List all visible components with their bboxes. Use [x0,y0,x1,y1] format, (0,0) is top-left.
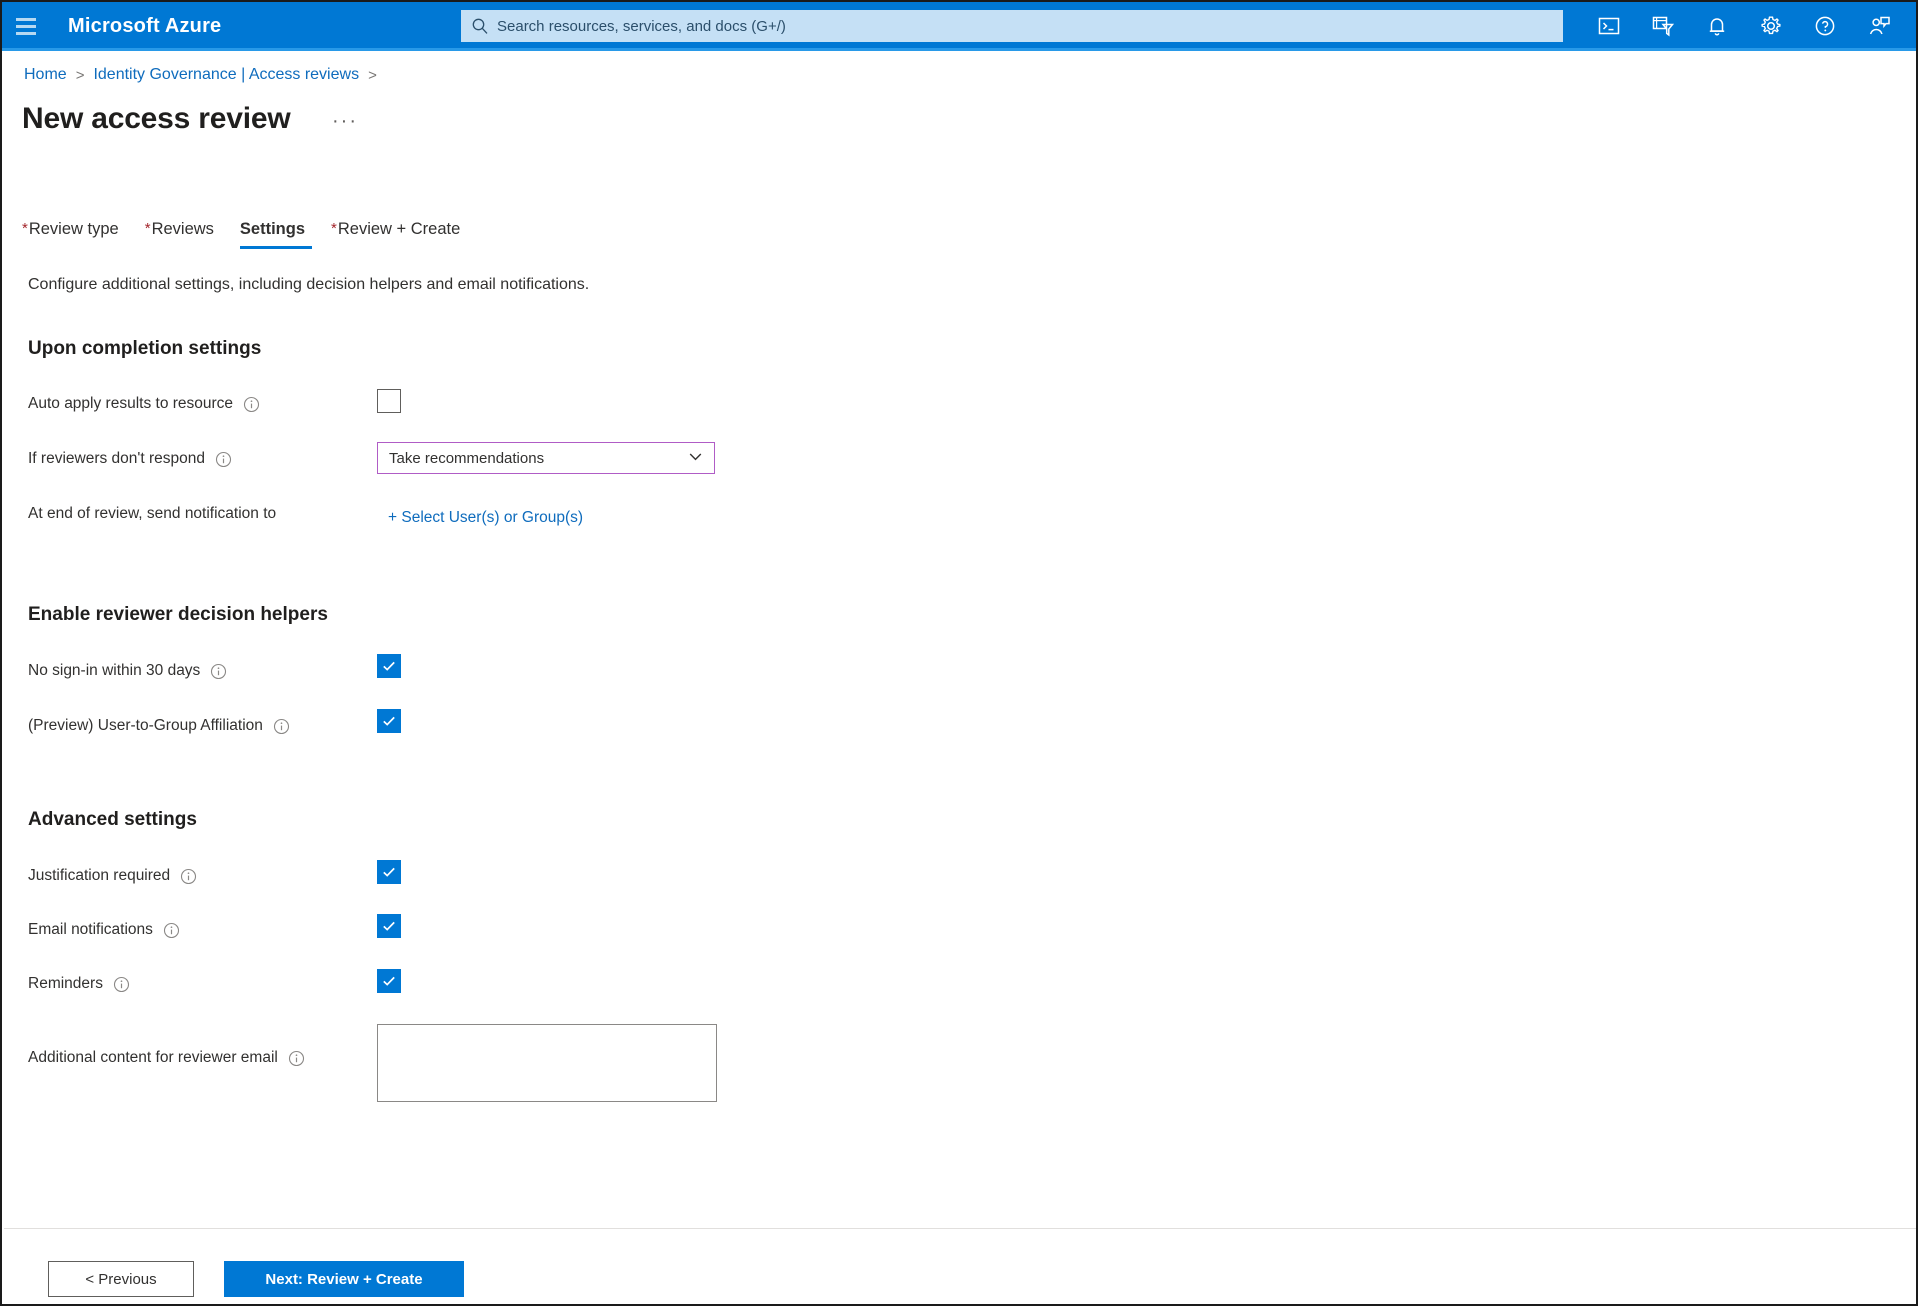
checkbox-no-signin-within-30-days[interactable] [377,654,401,678]
tab-label: Reviews [152,220,214,238]
hamburger-line [16,25,36,28]
checkbox-auto-apply-results[interactable] [377,389,401,413]
chevron-down-icon [687,448,704,469]
tab-active-underline [240,246,312,249]
additional-content-textarea[interactable] [377,1024,717,1102]
tab-label: Review + Create [338,220,460,238]
label-text: (Preview) User-to-Group Affiliation [28,717,263,735]
checkmark-icon [380,712,398,730]
breadcrumb-item-home[interactable]: Home [24,66,67,84]
page-title: New access review [22,102,290,136]
tab-reviews[interactable]: *Reviews [145,220,226,249]
required-asterisk: * [22,220,28,237]
info-icon[interactable] [163,922,180,939]
breadcrumb: Home > Identity Governance | Access revi… [24,66,386,84]
global-search-box[interactable]: Search resources, services, and docs (G+… [461,10,1563,42]
feedback-person-icon[interactable] [1852,2,1906,50]
hamburger-icon[interactable] [2,2,50,50]
breadcrumb-item-identity-governance[interactable]: Identity Governance | Access reviews [93,66,359,84]
header-accent-strip [2,48,1916,51]
next-review-create-button[interactable]: Next: Review + Create [224,1261,464,1297]
info-icon[interactable] [243,396,260,413]
settings-gear-icon[interactable] [1744,2,1798,50]
info-icon[interactable] [215,451,232,468]
cloud-shell-icon[interactable] [1582,2,1636,50]
tab-settings[interactable]: Settings [240,220,317,249]
breadcrumb-separator: > [368,67,377,84]
search-input-placeholder[interactable]: Search resources, services, and docs (G+… [497,18,786,35]
label-text: Auto apply results to resource [28,395,233,413]
label-text: If reviewers don't respond [28,450,205,468]
select-users-or-groups-link[interactable]: + Select User(s) or Group(s) [388,509,583,527]
help-question-icon[interactable] [1798,2,1852,50]
required-asterisk: * [331,220,337,237]
label-if-reviewers-dont-respond: If reviewers don't respond [28,450,232,468]
section-title-upon-completion: Upon completion settings [28,338,261,360]
label-send-notification-to: At end of review, send notification to [28,505,276,523]
checkmark-icon [380,863,398,881]
label-user-to-group-affiliation: (Preview) User-to-Group Affiliation [28,717,290,735]
checkmark-icon [380,972,398,990]
section-title-advanced-settings: Advanced settings [28,809,197,831]
label-justification-required: Justification required [28,867,197,885]
info-icon[interactable] [113,976,130,993]
footer-divider [4,1228,1918,1229]
search-icon [471,17,489,35]
info-icon[interactable] [180,868,197,885]
label-text: Additional content for reviewer email [28,1049,278,1067]
label-reminders: Reminders [28,975,130,993]
tab-label: Settings [240,220,305,238]
hamburger-line [16,18,36,21]
label-text: Email notifications [28,921,153,939]
dropdown-selected-value: Take recommendations [389,450,544,467]
hamburger-line [16,32,36,35]
info-icon[interactable] [210,663,227,680]
label-text: Justification required [28,867,170,885]
label-no-signin-within-30-days: No sign-in within 30 days [28,662,227,680]
required-asterisk: * [145,220,151,237]
label-text: Reminders [28,975,103,993]
info-icon[interactable] [273,718,290,735]
label-text: At end of review, send notification to [28,505,276,523]
checkmark-icon [380,657,398,675]
checkbox-email-notifications[interactable] [377,914,401,938]
checkbox-justification-required[interactable] [377,860,401,884]
top-bar-icon-group [1582,2,1906,50]
checkmark-icon [380,917,398,935]
brand-title[interactable]: Microsoft Azure [68,15,221,38]
wizard-tabs: *Review type *Reviews Settings *Review +… [22,220,486,249]
notifications-bell-icon[interactable] [1690,2,1744,50]
azure-portal-page: Microsoft Azure Search resources, servic… [0,0,1918,1306]
label-email-notifications: Email notifications [28,921,180,939]
checkbox-user-to-group-affiliation[interactable] [377,709,401,733]
more-options-icon[interactable]: ··· [332,115,358,127]
breadcrumb-separator: > [76,67,85,84]
checkbox-reminders[interactable] [377,969,401,993]
directories-subscriptions-icon[interactable] [1636,2,1690,50]
tab-label: Review type [29,220,119,238]
page-description: Configure additional settings, including… [28,276,589,294]
previous-button[interactable]: < Previous [48,1261,194,1297]
label-text: No sign-in within 30 days [28,662,200,680]
label-auto-apply-results: Auto apply results to resource [28,395,260,413]
dropdown-if-reviewers-dont-respond[interactable]: Take recommendations [377,442,715,474]
tab-review-create[interactable]: *Review + Create [331,220,472,249]
info-icon[interactable] [288,1050,305,1067]
label-additional-content: Additional content for reviewer email [28,1049,305,1067]
top-navigation-bar: Microsoft Azure Search resources, servic… [2,2,1916,50]
tab-review-type[interactable]: *Review type [22,220,131,249]
section-title-decision-helpers: Enable reviewer decision helpers [28,604,328,626]
